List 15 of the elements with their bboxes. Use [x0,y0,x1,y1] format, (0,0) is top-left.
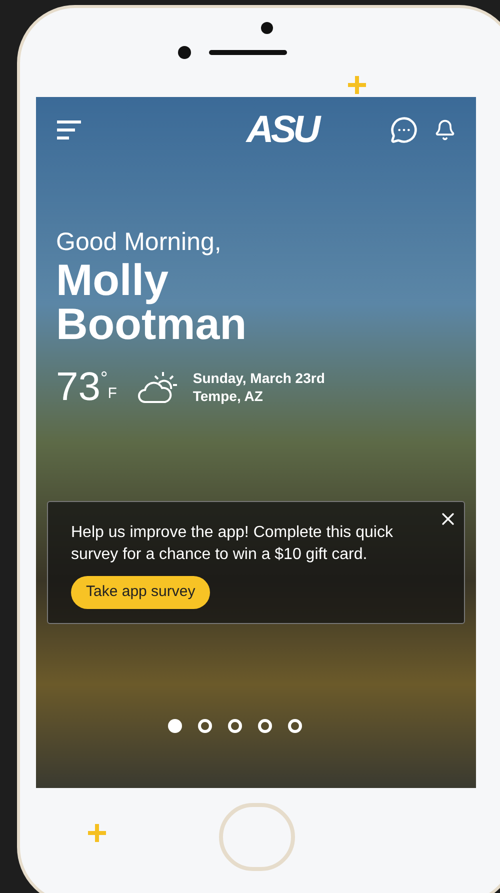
location-text: Tempe, AZ [192,387,264,405]
degree-sign: ° [100,367,108,390]
notification-bell-icon[interactable] [434,119,456,141]
temperature-unit: F [108,384,117,404]
user-name: Molly Bootman [56,259,248,347]
survey-message: Help us improve the app! Complete this quick survey for a chance to win a $10 gift card. [71,523,394,565]
logo: ASU [246,108,318,152]
take-survey-button[interactable]: Take app survey [71,576,210,608]
plus-icon [348,76,366,94]
plus-icon [88,824,106,842]
temperature: 73 [56,365,100,409]
date-text: Sunday, March 23rd [192,369,325,387]
greeting-text: Good Morning, [56,227,222,257]
menu-icon[interactable] [56,120,82,140]
chat-icon[interactable] [390,116,418,144]
